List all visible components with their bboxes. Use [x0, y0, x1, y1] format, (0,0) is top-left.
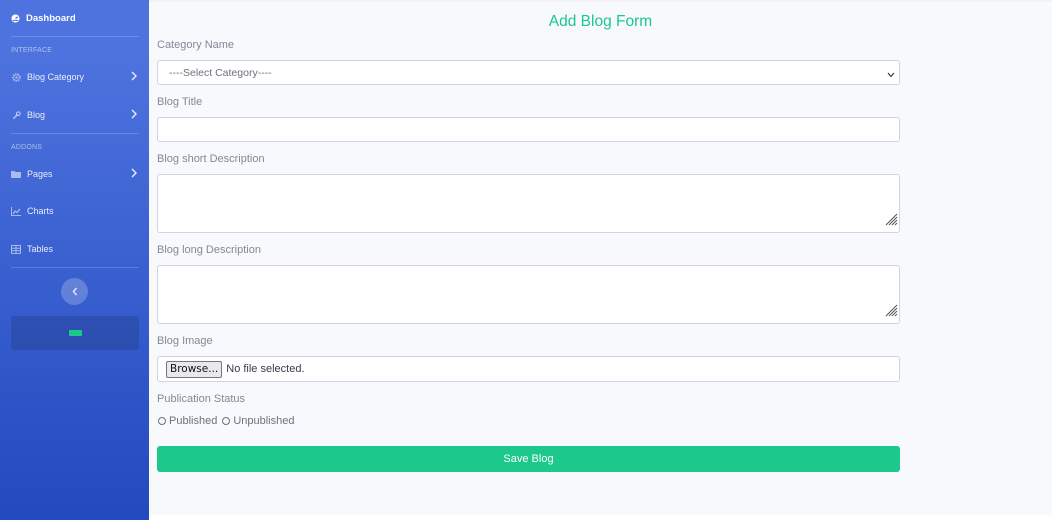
sidebar-item-dashboard[interactable]: Dashboard	[11, 11, 76, 25]
sidebar-item-blog[interactable]: Blog	[11, 108, 138, 122]
radio-circle[interactable]	[158, 417, 166, 425]
resize-grip-icon[interactable]	[883, 302, 898, 322]
publication-status-label: Publication Status	[157, 393, 246, 405]
publication-status-radios: Published Unpublished	[157, 414, 296, 428]
chart-icon	[11, 206, 21, 216]
sidebar-divider	[11, 36, 139, 37]
chevron-right-icon	[131, 109, 138, 121]
wrench-icon	[11, 110, 21, 120]
radio-circle[interactable]	[222, 417, 231, 425]
chevron-right-icon	[131, 71, 138, 83]
sidebar-heading-addons: ADDONS	[11, 144, 43, 151]
blog-title-input[interactable]	[157, 117, 900, 142]
sidebar: Dashboard INTERFACE Blog Category Blog A…	[0, 0, 149, 520]
short-description-textarea[interactable]	[157, 174, 900, 233]
category-label: Category Name	[157, 39, 235, 51]
sidebar-toggle-button[interactable]	[61, 278, 88, 305]
save-blog-button[interactable]: Save Blog	[157, 446, 900, 472]
gear-icon	[11, 72, 21, 82]
radio-unpublished[interactable]: Unpublished	[221, 415, 294, 427]
long-description-label: Blog long Description	[157, 244, 261, 256]
sidebar-item-label: Dashboard	[26, 12, 76, 24]
sidebar-item-label: Blog Category	[27, 72, 85, 82]
short-description-label: Blog short Description	[157, 153, 265, 165]
sidebar-item-label: Tables	[27, 244, 54, 254]
sidebar-item-label: Charts	[27, 206, 54, 216]
chevron-down-icon	[887, 69, 895, 81]
sidebar-card	[11, 316, 139, 350]
chevron-right-icon	[131, 168, 138, 180]
browse-button[interactable]: Browse...	[166, 360, 223, 378]
radio-label: Published	[169, 415, 218, 427]
sidebar-item-pages[interactable]: Pages	[11, 167, 138, 181]
long-description-textarea[interactable]	[157, 265, 900, 324]
page-title: Add Blog Form	[548, 13, 653, 30]
sidebar-item-tables[interactable]: Tables	[11, 242, 137, 256]
category-select[interactable]: ----Select Category----	[157, 60, 900, 85]
blog-image-label: Blog Image	[157, 335, 213, 347]
folder-icon	[11, 169, 21, 179]
chevron-left-icon	[72, 287, 78, 296]
sidebar-divider	[11, 267, 139, 268]
topbar-shadow	[149, 0, 1052, 2]
category-selected-value: ----Select Category----	[169, 66, 272, 79]
radio-published[interactable]: Published	[157, 415, 217, 427]
sidebar-item-label: Pages	[27, 169, 53, 179]
blog-title-label: Blog Title	[157, 96, 203, 108]
sidebar-item-charts[interactable]: Charts	[11, 204, 137, 218]
table-icon	[11, 244, 21, 254]
file-status-text: No file selected.	[226, 363, 305, 375]
sidebar-divider	[11, 133, 139, 134]
page-footer-strip	[149, 515, 1052, 520]
radio-label: Unpublished	[233, 415, 295, 427]
sidebar-item-blog-category[interactable]: Blog Category	[11, 70, 138, 84]
resize-grip-icon[interactable]	[883, 211, 898, 231]
dashboard-icon	[11, 13, 20, 23]
sidebar-item-label: Blog	[27, 110, 46, 120]
blog-image-file-input[interactable]: Browse... No file selected.	[157, 356, 900, 382]
sidebar-heading-interface: INTERFACE	[11, 47, 53, 54]
sidebar-card-badge	[68, 330, 82, 336]
